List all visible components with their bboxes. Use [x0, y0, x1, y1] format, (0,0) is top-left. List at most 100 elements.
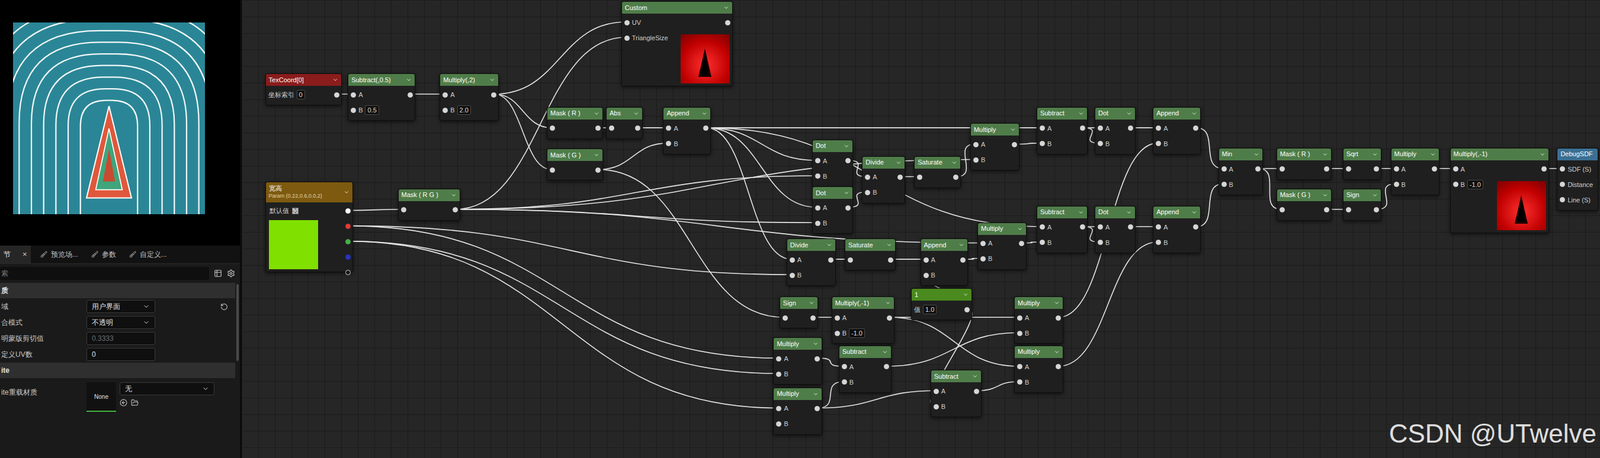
- pin-icon[interactable]: [814, 406, 820, 412]
- node-input[interactable]: B: [978, 251, 1026, 268]
- pin-icon[interactable]: [1559, 166, 1566, 172]
- node-input[interactable]: B: [862, 185, 904, 201]
- search-field[interactable]: 索: [0, 267, 210, 281]
- graph-node[interactable]: DebugSDFSDF (S)DistanceLine (S): [1556, 148, 1599, 211]
- tab[interactable]: 节×: [0, 245, 31, 264]
- pin-icon[interactable]: [345, 239, 351, 245]
- graph-node[interactable]: Mask ( R ): [546, 107, 604, 140]
- pin-icon[interactable]: [776, 421, 782, 428]
- node-header[interactable]: Subtract: [1037, 107, 1088, 120]
- node-header[interactable]: Multiply: [773, 388, 822, 401]
- collapse-icon[interactable]: [1429, 151, 1436, 158]
- node-header[interactable]: Abs: [606, 107, 643, 120]
- collapse-icon[interactable]: [1078, 209, 1085, 216]
- node-input[interactable]: A: [348, 87, 415, 103]
- wire[interactable]: [1058, 242, 1159, 367]
- node-header[interactable]: Multiply: [970, 123, 1019, 136]
- collapse-icon[interactable]: [1539, 151, 1546, 158]
- node-header[interactable]: Multiply: [1014, 346, 1063, 359]
- pin-icon[interactable]: [1127, 125, 1134, 131]
- use-selected-icon[interactable]: [119, 399, 128, 407]
- wire[interactable]: [598, 143, 669, 171]
- collapse-icon[interactable]: [489, 77, 496, 83]
- collapse-icon[interactable]: [593, 152, 600, 159]
- pin-icon[interactable]: [1039, 239, 1045, 246]
- node-header[interactable]: Min: [1219, 148, 1263, 161]
- pin-icon[interactable]: [923, 273, 929, 279]
- graph-node[interactable]: 1值1.0: [911, 288, 973, 321]
- wire[interactable]: [494, 21, 627, 95]
- pin-icon[interactable]: [345, 223, 351, 230]
- node-header[interactable]: Subtract: [931, 370, 981, 383]
- node-input[interactable]: B-1.0: [1450, 177, 1492, 193]
- node-input[interactable]: A: [839, 359, 892, 375]
- default-value-row[interactable]: 默认值: [265, 203, 343, 220]
- wire[interactable]: [348, 241, 779, 409]
- node-header[interactable]: TexCoord[0]: [265, 74, 342, 86]
- pin-icon[interactable]: [1221, 166, 1227, 172]
- wire[interactable]: [976, 382, 1019, 391]
- pin-icon[interactable]: [953, 174, 959, 181]
- node-input[interactable]: [1277, 161, 1332, 178]
- node-header[interactable]: Append: [921, 239, 968, 252]
- pin-icon[interactable]: [1393, 166, 1400, 172]
- dropdown[interactable]: 不透明: [86, 316, 156, 330]
- collapse-icon[interactable]: [1017, 226, 1024, 233]
- pin-icon[interactable]: [1279, 207, 1285, 213]
- node-input[interactable]: B: [839, 374, 892, 391]
- pin-icon[interactable]: [1373, 166, 1380, 172]
- node-input[interactable]: B: [787, 267, 836, 284]
- node-input[interactable]: Distance: [1557, 177, 1598, 193]
- node-input[interactable]: [1277, 202, 1332, 218]
- node-input[interactable]: A: [1450, 161, 1492, 178]
- pin-icon[interactable]: [923, 257, 929, 264]
- scrollbar[interactable]: [235, 283, 240, 458]
- settings-icon[interactable]: [226, 269, 236, 278]
- pin-icon[interactable]: [980, 256, 986, 262]
- pin-icon[interactable]: [973, 142, 979, 148]
- node-header[interactable]: Sign: [1343, 189, 1381, 202]
- asset-dropdown[interactable]: 无: [119, 382, 215, 396]
- wire[interactable]: [706, 127, 817, 208]
- graph-node[interactable]: Abs: [605, 107, 643, 140]
- pin-icon[interactable]: [401, 207, 407, 213]
- wire[interactable]: [889, 317, 1019, 367]
- collapse-icon[interactable]: [1126, 209, 1133, 216]
- node-header[interactable]: Append: [1153, 107, 1201, 120]
- node-input[interactable]: B: [663, 136, 711, 152]
- graph-node[interactable]: Sqrt: [1342, 148, 1382, 181]
- pin-icon[interactable]: [595, 167, 601, 173]
- pin-icon[interactable]: [883, 364, 890, 370]
- graph-canvas[interactable]: TexCoord[0]坐标索引0Subtract(,0.5)AB0.5Multi…: [241, 0, 1600, 458]
- pin-icon[interactable]: [1017, 364, 1023, 370]
- node-input[interactable]: B: [773, 417, 822, 433]
- pin-icon[interactable]: [776, 372, 782, 378]
- pin-icon[interactable]: [841, 364, 848, 370]
- collapse-icon[interactable]: [972, 373, 979, 380]
- node-header[interactable]: Append: [1153, 206, 1201, 219]
- graph-node[interactable]: Sign: [1342, 188, 1382, 221]
- pin-icon[interactable]: [595, 125, 601, 131]
- pin-icon[interactable]: [491, 92, 497, 98]
- pin-icon[interactable]: [1039, 125, 1045, 131]
- node-header[interactable]: Divide: [787, 239, 836, 252]
- pin-icon[interactable]: [549, 125, 556, 131]
- browse-icon[interactable]: [130, 399, 139, 407]
- node-input[interactable]: B: [1219, 177, 1263, 193]
- pin-icon[interactable]: [834, 315, 840, 322]
- pin-icon[interactable]: [1345, 166, 1352, 172]
- pin-icon[interactable]: [1055, 315, 1061, 322]
- wire[interactable]: [348, 226, 792, 275]
- node-header[interactable]: Dot: [812, 140, 853, 153]
- graph-node[interactable]: SubtractAB: [1036, 206, 1088, 254]
- pin-icon[interactable]: [608, 125, 615, 131]
- wire[interactable]: [348, 209, 403, 211]
- node-input[interactable]: B: [773, 366, 822, 383]
- pin-icon[interactable]: [1279, 166, 1285, 172]
- pin-icon[interactable]: [624, 35, 630, 41]
- graph-node[interactable]: Multiply(,2)AB2.0: [439, 73, 499, 121]
- pin-icon[interactable]: [1097, 224, 1103, 230]
- node-input[interactable]: B: [1153, 235, 1201, 251]
- graph-node[interactable]: DivideAB: [786, 238, 836, 287]
- pin-icon[interactable]: [1431, 166, 1438, 172]
